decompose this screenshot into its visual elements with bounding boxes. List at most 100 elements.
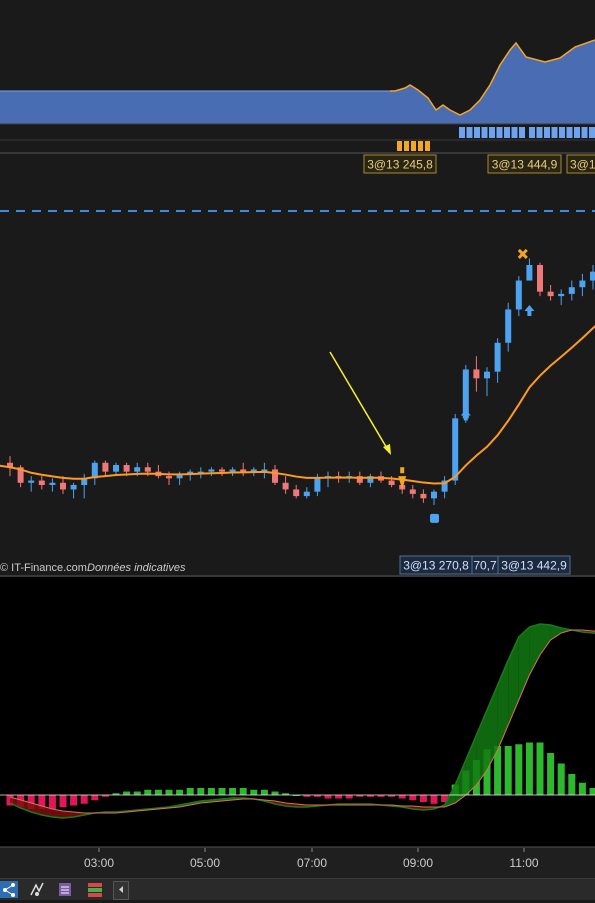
macd-bar	[558, 764, 565, 796]
macd-bar	[431, 795, 438, 804]
candle	[537, 263, 543, 296]
candle	[495, 338, 501, 382]
macd-bar	[526, 743, 533, 796]
svg-text:70,7: 70,7	[473, 559, 497, 573]
macd-bar	[420, 795, 427, 802]
candle	[155, 465, 161, 478]
buy-arrow-icon	[461, 409, 471, 420]
x-tick-label: 05:00	[190, 856, 220, 870]
svg-text:3@13 245,8: 3@13 245,8	[367, 158, 433, 172]
candle	[558, 289, 564, 305]
candle	[431, 489, 437, 505]
macd-bar	[547, 753, 554, 795]
macd-bar	[409, 795, 416, 800]
x-tick-label: 11:00	[509, 856, 538, 870]
trading-chart[interactable]: 3@13 245,8 3@13 444,9 3@1 © IT-Finance.c…	[0, 0, 595, 899]
candle	[516, 276, 522, 316]
macd-bar	[346, 795, 353, 799]
candle	[579, 274, 585, 296]
macd-bar	[123, 792, 130, 796]
candle	[442, 476, 448, 498]
svg-text:3@13 444,9: 3@13 444,9	[492, 158, 558, 172]
macd-bar	[70, 795, 77, 806]
candle	[71, 483, 77, 499]
macd-bar	[240, 788, 247, 795]
candle	[240, 463, 246, 476]
macd-bar	[335, 795, 342, 799]
macd-bar	[208, 788, 215, 795]
candle	[420, 489, 426, 502]
macd-bar	[590, 788, 595, 795]
top-value-tag: 3@1	[567, 155, 595, 173]
candle	[28, 476, 34, 492]
candle	[283, 476, 289, 494]
macd-bar	[568, 774, 575, 795]
top-value-tag: 3@13 245,8	[364, 155, 436, 173]
list-icon[interactable]	[56, 881, 74, 898]
x-tick-label: 03:00	[84, 856, 114, 870]
svg-text:3@1: 3@1	[570, 158, 595, 172]
macd-bar	[155, 790, 162, 795]
candle	[208, 467, 214, 476]
candle	[102, 461, 108, 477]
macd-bar	[537, 743, 544, 796]
macd-bar	[250, 790, 257, 795]
bottom-value-tag: 3@13 442,9	[498, 556, 570, 574]
candle	[39, 476, 45, 489]
bottom-value-tag: 3@13 270,8	[400, 556, 472, 574]
price-candles	[7, 258, 595, 505]
candle	[548, 285, 554, 301]
macd-bar	[261, 790, 268, 795]
macd-bar	[91, 795, 98, 800]
candle	[261, 463, 267, 479]
macd-bar	[229, 788, 236, 795]
annotation-arrow	[330, 352, 391, 455]
candle	[590, 265, 595, 289]
macd-bar	[81, 795, 88, 804]
bottom-toolbar	[0, 878, 595, 900]
x-tick-label: 09:00	[403, 856, 433, 870]
macd-bar	[187, 788, 194, 795]
exit-cross-icon	[519, 250, 527, 258]
candle	[505, 303, 511, 352]
candle	[473, 356, 479, 392]
candle	[325, 472, 331, 488]
macd-bar	[399, 795, 406, 799]
share-icon[interactable]	[0, 881, 18, 898]
macd-bar	[272, 792, 279, 796]
macd-bar	[219, 788, 226, 795]
buy-arrow-icon	[524, 305, 534, 316]
candle	[49, 478, 55, 491]
top-value-tag: 3@13 444,9	[488, 155, 561, 173]
candle	[219, 467, 225, 476]
candle	[272, 465, 278, 485]
macd-bar	[134, 792, 141, 796]
macd-bar	[144, 790, 151, 795]
macd-bar	[515, 744, 522, 795]
orderbook-icon[interactable]	[86, 881, 104, 898]
macd-bar	[49, 795, 56, 809]
candle	[410, 485, 416, 498]
macd-bar	[579, 783, 586, 795]
macd-bar	[325, 795, 332, 799]
x-tick-label: 07:00	[297, 856, 327, 870]
bottom-value-tag: 70,7	[472, 556, 498, 574]
candle	[92, 461, 98, 485]
copyright-text: © IT-Finance.com	[0, 562, 87, 574]
svg-text:3@13 270,8: 3@13 270,8	[403, 559, 469, 573]
candle	[367, 474, 373, 487]
stop-marker-icon	[430, 514, 439, 523]
svg-text:3@13 442,9: 3@13 442,9	[501, 559, 567, 573]
macd-bar	[176, 790, 183, 795]
macd-bar	[197, 788, 204, 795]
indicator-icon[interactable]	[28, 881, 46, 898]
macd-bar	[166, 790, 173, 795]
macd-bar	[505, 746, 512, 795]
candle	[484, 367, 490, 396]
macd-bar	[60, 795, 67, 807]
candle	[293, 485, 299, 498]
disclaimer-text: Données indicatives	[87, 562, 186, 574]
scroll-left-button[interactable]	[113, 881, 129, 900]
candle	[304, 487, 310, 498]
candle	[526, 258, 532, 280]
